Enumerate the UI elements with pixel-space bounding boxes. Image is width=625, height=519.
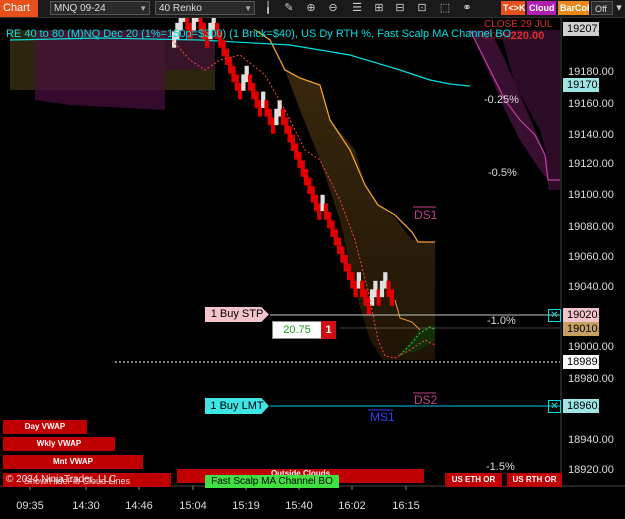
fast-scalp-button[interactable]: Fast Scalp MA Channel BO [205, 475, 339, 488]
us-eth-or-button[interactable]: US ETH OR [445, 473, 502, 487]
price-tick-label: 19040.00 [568, 281, 614, 293]
time-tick-label: 14:30 [72, 500, 100, 512]
data-box-icon[interactable]: ⊡ [415, 1, 429, 15]
price-tag-lmt: 18960.50 [563, 399, 613, 413]
price-tick-label: 18920.00 [568, 464, 614, 476]
time-tick-label: 15:19 [232, 500, 260, 512]
price-tick-label: 19120.00 [568, 158, 614, 170]
us-rth-or-button[interactable]: US RTH OR [507, 473, 562, 487]
screenshot-icon[interactable]: ⬚ [438, 1, 452, 15]
cloud-button[interactable]: Cloud [527, 1, 556, 15]
ds2-marker: DS2 [414, 393, 438, 407]
buy-lmt-order[interactable]: 1 Buy LMT [205, 398, 269, 414]
cancel-lmt-icon[interactable]: ✕ [548, 400, 561, 413]
price-tick-label: 19140.00 [568, 129, 614, 141]
time-tick-label: 09:35 [16, 500, 44, 512]
pct-label: -0.5% [488, 167, 517, 179]
price-tag-top: 19207.50 [563, 22, 613, 36]
price-tick-label: 19100.00 [568, 189, 614, 201]
tk-button[interactable]: T<>K [501, 1, 526, 15]
time-axis: 09:35 14:30 14:46 15:04 15:19 15:40 16:02 16:15 [16, 486, 420, 512]
time-tick-label: 16:15 [392, 500, 420, 512]
price-tick-label: 19060.00 [568, 251, 614, 263]
instrument-selector[interactable]: MNQ 09-24 ▼ [50, 1, 150, 15]
toolbar: Chart MNQ 09-24 ▼ 40 Renko ▼ ╽ ✎ ⊕ ⊖ ☰ ⊞… [0, 0, 625, 18]
time-tick-label: 15:04 [179, 500, 207, 512]
pct-label: -1.5% [486, 461, 515, 473]
qty-value-box[interactable]: 20.75 [272, 321, 322, 339]
time-tick-label: 14:46 [125, 500, 153, 512]
instrument-value: MNQ 09-24 [54, 3, 106, 14]
ms1-marker: MS1 [370, 410, 395, 424]
orange-channel-cloud [270, 38, 435, 360]
price-tick-label: 19160.00 [568, 98, 614, 110]
price-tick-label: 19180.00 [568, 66, 614, 78]
draw-tools-icon[interactable]: ✎ [282, 1, 296, 15]
price-axis: 19180.00 19160.00 19140.00 19120.00 19100.00… [568, 66, 614, 476]
left-magenta-cloud [35, 30, 165, 110]
barcol-button[interactable]: BarCol [558, 1, 590, 15]
price-tag-stp: 19020.50 [563, 308, 613, 322]
price-tag-cyan: 19170.68 [563, 78, 613, 92]
chevron-down-icon: ▼ [244, 4, 252, 13]
day-vwap-button[interactable]: Day VWAP [3, 420, 87, 434]
chart-tab[interactable]: Chart [0, 0, 38, 17]
wkly-vwap-button[interactable]: Wkly VWAP [3, 437, 115, 451]
price-tick-label: 19080.00 [568, 221, 614, 233]
price-tick-label: 19000.00 [568, 341, 614, 353]
link-icon[interactable]: ⚭ [460, 1, 474, 15]
properties-icon[interactable]: ☰ [350, 1, 364, 15]
price-tick-label: 18940.00 [568, 434, 614, 446]
bar-type-selector[interactable]: 40 Renko ▼ [155, 1, 255, 15]
qty-badge[interactable]: 1 [321, 321, 336, 339]
pct-label: -1.0% [487, 315, 516, 327]
indicator-label: RE 40 to 80 (M)NQ Dec 20 (1%=150p=$300) … [6, 28, 512, 40]
price-tag-last: 18989.25 [563, 355, 613, 369]
mnt-vwap-button[interactable]: Mnt VWAP [3, 455, 143, 469]
price-tick-label: 18980.00 [568, 373, 614, 385]
bar-chart-icon[interactable]: ╽ [261, 1, 275, 15]
chevron-down-icon[interactable]: ▾ [613, 1, 625, 15]
close-value: -220.00 [507, 30, 544, 42]
bar-type-value: 40 Renko [159, 3, 202, 14]
strategy-icon[interactable]: ⊟ [393, 1, 407, 15]
renko-brick [389, 289, 394, 306]
templates-icon[interactable]: ⊞ [372, 1, 386, 15]
zoom-in-icon[interactable]: ⊕ [304, 1, 318, 15]
cancel-stp-icon[interactable]: ✕ [548, 309, 561, 322]
ds1-marker: DS1 [414, 208, 438, 222]
time-tick-label: 15:40 [285, 500, 313, 512]
pct-label: -0.25% [484, 94, 519, 106]
zoom-out-icon[interactable]: ⊖ [326, 1, 340, 15]
chevron-down-icon: ▼ [139, 4, 147, 13]
buy-stp-order[interactable]: 1 Buy STP [205, 307, 269, 322]
time-tick-label: 16:02 [338, 500, 366, 512]
off-selector[interactable]: Off [591, 1, 613, 15]
fib-cloud-label: Show/HideFib Cloud Lines [24, 476, 131, 486]
price-tag-orange: 19010.50 [563, 322, 613, 336]
